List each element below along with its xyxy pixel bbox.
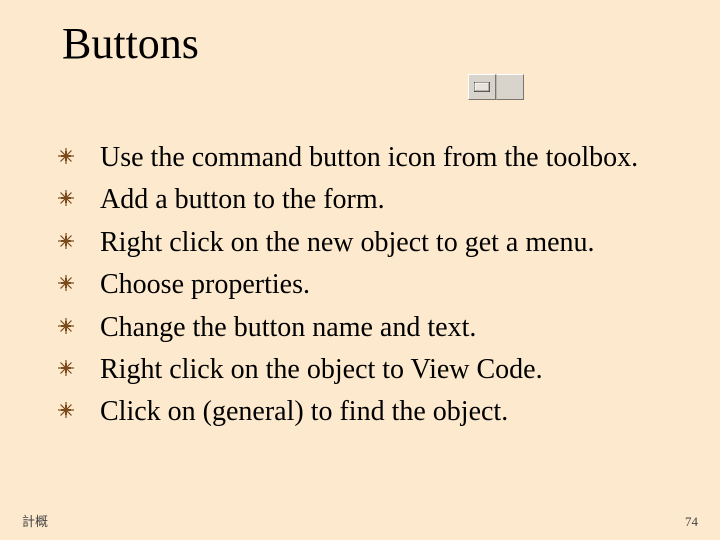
footer-left-label: 計概 — [22, 511, 48, 530]
starburst-icon — [58, 275, 74, 291]
bullet-text: Right click on the new object to get a m… — [100, 225, 595, 261]
slide: Buttons Use the command button icon from… — [0, 0, 720, 540]
list-item: Use the command button icon from the too… — [58, 140, 680, 176]
starburst-icon — [58, 318, 74, 334]
starburst-icon — [58, 148, 74, 164]
command-button-tool[interactable] — [468, 74, 496, 100]
starburst-icon — [58, 190, 74, 206]
list-item: Choose properties. — [58, 267, 680, 303]
starburst-icon — [58, 233, 74, 249]
bullet-text: Use the command button icon from the too… — [100, 140, 638, 176]
slide-title: Buttons — [62, 18, 199, 69]
list-item: Change the button name and text. — [58, 310, 680, 346]
bullet-list: Use the command button icon from the too… — [58, 140, 680, 437]
list-item: Click on (general) to find the object. — [58, 394, 680, 430]
toolbox — [468, 74, 524, 100]
bullet-text: Choose properties. — [100, 267, 310, 303]
starburst-icon — [58, 360, 74, 376]
list-item: Right click on the object to View Code. — [58, 352, 680, 388]
toolbox-empty-cell — [496, 74, 524, 100]
list-item: Add a button to the form. — [58, 182, 680, 218]
bullet-text: Right click on the object to View Code. — [100, 352, 543, 388]
bullet-text: Change the button name and text. — [100, 310, 476, 346]
list-item: Right click on the new object to get a m… — [58, 225, 680, 261]
bullet-text: Add a button to the form. — [100, 182, 385, 218]
command-button-icon — [474, 82, 490, 92]
page-number: 74 — [685, 514, 698, 530]
starburst-icon — [58, 402, 74, 418]
bullet-text: Click on (general) to find the object. — [100, 394, 508, 430]
